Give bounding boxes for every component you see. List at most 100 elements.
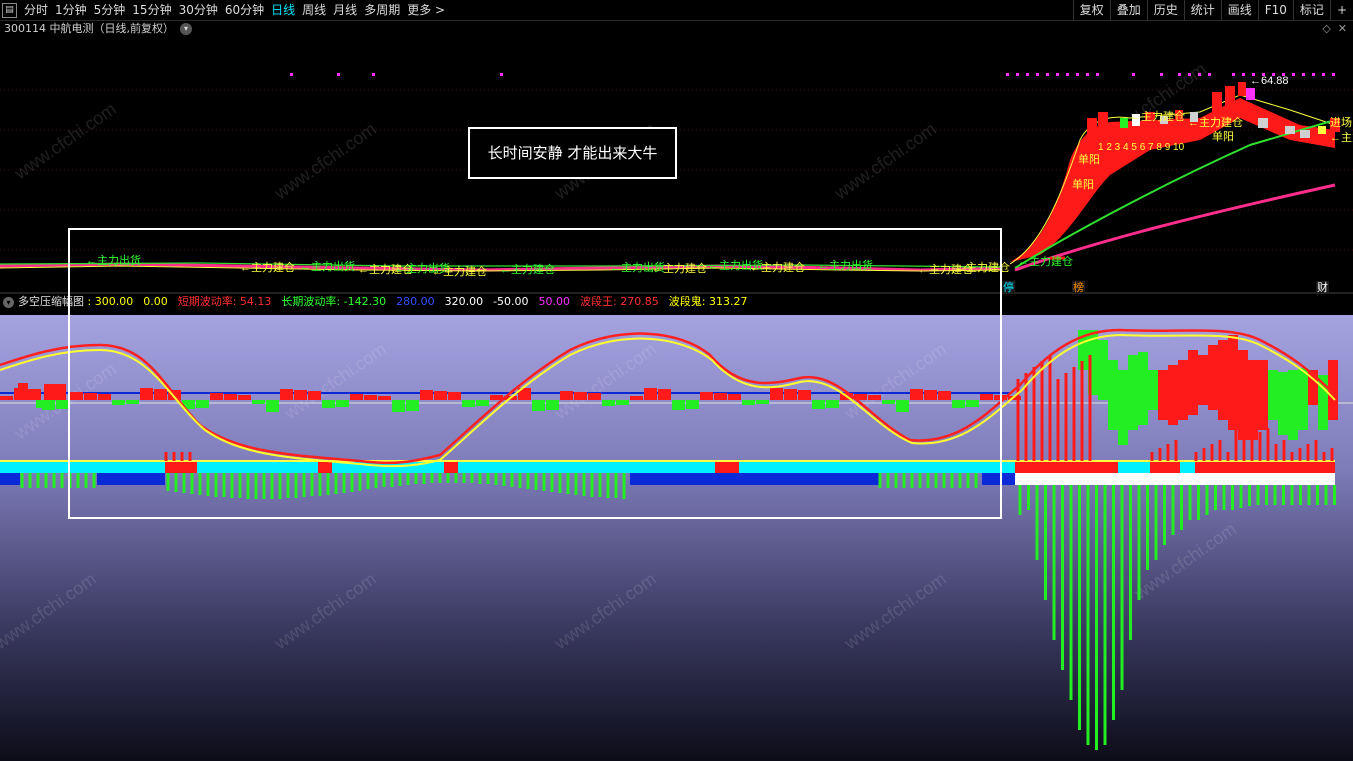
price-signal-label: 单阳 xyxy=(1078,153,1100,166)
indicator-value-3: 长期波动率: -142.30 xyxy=(281,295,387,308)
band-red-block xyxy=(1195,462,1335,473)
histogram-bar xyxy=(1208,345,1218,410)
histogram-bar xyxy=(1278,372,1288,435)
histogram-bar xyxy=(798,390,811,400)
indicator-values: : 300.00 0.00 短期波动率: 54.13 长期波动率: -142.30 28… xyxy=(87,295,748,308)
signal-dot xyxy=(290,73,293,76)
signal-dot xyxy=(1056,73,1059,76)
chart-canvas[interactable]: www.cfchi.com www.cfchi.com www.cfchi.comw… xyxy=(0,0,1353,761)
histogram-bar xyxy=(196,400,209,408)
histogram-bar xyxy=(826,400,839,408)
histogram-bar xyxy=(910,389,923,400)
signal-dot xyxy=(1046,73,1049,76)
histogram-bar xyxy=(322,400,335,408)
signal-dot xyxy=(1242,73,1245,76)
axis-marker-1[interactable]: 榜 xyxy=(1073,280,1084,294)
signal-dot xyxy=(1322,73,1325,76)
histogram-bar xyxy=(658,389,671,400)
indicator-value-6: -50.00 xyxy=(493,295,529,308)
price-signal-label: ←主力出货 xyxy=(300,259,355,273)
histogram-bar xyxy=(350,394,363,400)
indicator-value-7: 50.00 xyxy=(538,295,571,308)
histogram-bar xyxy=(112,400,125,405)
signal-dot xyxy=(1096,73,1099,76)
price-signal-label: 进场 xyxy=(1330,115,1352,129)
histogram-bar xyxy=(728,394,741,400)
band-blue xyxy=(630,473,880,485)
signal-dot xyxy=(1026,73,1029,76)
band-white xyxy=(1015,473,1335,485)
price-signal-label: ←主力建仓 xyxy=(240,260,295,274)
band-red-block xyxy=(318,462,332,473)
band-blue xyxy=(0,473,20,485)
histogram-bar xyxy=(672,400,685,410)
histogram-bar xyxy=(476,400,489,406)
histogram-bar xyxy=(952,400,965,408)
histogram-bar xyxy=(364,395,377,400)
histogram-bar xyxy=(70,392,83,400)
indicator-value-9: 波段鬼: 313.27 xyxy=(668,295,748,308)
histogram-bar xyxy=(812,400,825,409)
band-blue xyxy=(97,473,165,485)
histogram-bar xyxy=(0,396,13,400)
histogram-bar xyxy=(252,400,265,404)
histogram-bar xyxy=(224,394,237,400)
histogram-bar xyxy=(1288,370,1298,440)
histogram-bar xyxy=(700,392,713,400)
histogram-bar xyxy=(18,383,28,400)
indicator-value-1: 0.00 xyxy=(143,295,168,308)
signal-dot xyxy=(1312,73,1315,76)
price-signal-label: 单阳 xyxy=(1072,178,1094,191)
price-signal-label: ←主力建仓 xyxy=(1018,254,1073,268)
histogram-bar xyxy=(1168,365,1178,425)
histogram-bar xyxy=(392,400,405,412)
histogram-bar xyxy=(406,400,419,411)
histogram-bar xyxy=(44,384,66,400)
price-signal-label: ←主力建仓 xyxy=(652,261,707,275)
histogram-bar xyxy=(1158,370,1168,420)
histogram-bar xyxy=(742,400,755,405)
histogram-bar xyxy=(448,392,461,400)
sequence-numbers: 1 2 3 4 5 6 7 8 9 10 xyxy=(1098,142,1185,153)
signal-dot xyxy=(1232,73,1235,76)
annotation-box: 长时间安静 才能出来大牛 xyxy=(468,127,677,179)
watermark-text: www.cfchi.com xyxy=(10,99,120,184)
histogram-bar xyxy=(434,391,447,400)
price-signal-label: ←主力建仓 xyxy=(432,264,487,278)
chevron-down-icon[interactable]: ▾ xyxy=(3,296,14,308)
histogram-bar xyxy=(56,400,69,409)
band-cyan xyxy=(0,461,1335,473)
signal-dot xyxy=(1178,73,1181,76)
indicator-value-2: 短期波动率: 54.13 xyxy=(177,295,272,308)
histogram-bar xyxy=(126,400,139,404)
histogram-bar xyxy=(1218,340,1228,420)
histogram-bar xyxy=(1178,360,1188,420)
signal-dot xyxy=(1066,73,1069,76)
axis-marker-0[interactable]: 停 xyxy=(1003,280,1014,294)
histogram-bar xyxy=(546,400,559,410)
signal-dot xyxy=(1086,73,1089,76)
histogram-bar xyxy=(420,390,433,400)
histogram-bar xyxy=(630,396,643,400)
histogram-bar xyxy=(154,389,167,400)
signal-dot xyxy=(1006,73,1009,76)
histogram-bar xyxy=(1198,355,1208,405)
signal-dot xyxy=(1036,73,1039,76)
histogram-bar xyxy=(770,388,783,400)
signal-dot xyxy=(1016,73,1019,76)
histogram-bar xyxy=(644,388,657,400)
histogram-bar xyxy=(238,395,251,400)
histogram-bar xyxy=(294,390,307,400)
histogram-bar xyxy=(140,388,153,400)
signal-dot xyxy=(1198,73,1201,76)
histogram-bar xyxy=(1138,352,1148,425)
axis-marker-2[interactable]: 财 xyxy=(1317,280,1328,294)
price-signal-label: ←64.88 xyxy=(1250,75,1289,87)
histogram-bar xyxy=(308,391,321,400)
price-signal-label: ←主力建仓 xyxy=(750,260,805,274)
indicator-value-0: 300.00 xyxy=(94,295,134,308)
histogram-bar xyxy=(84,393,97,400)
histogram-bar xyxy=(98,394,111,400)
histogram-bar xyxy=(924,390,937,400)
histogram-bar xyxy=(1268,370,1278,420)
